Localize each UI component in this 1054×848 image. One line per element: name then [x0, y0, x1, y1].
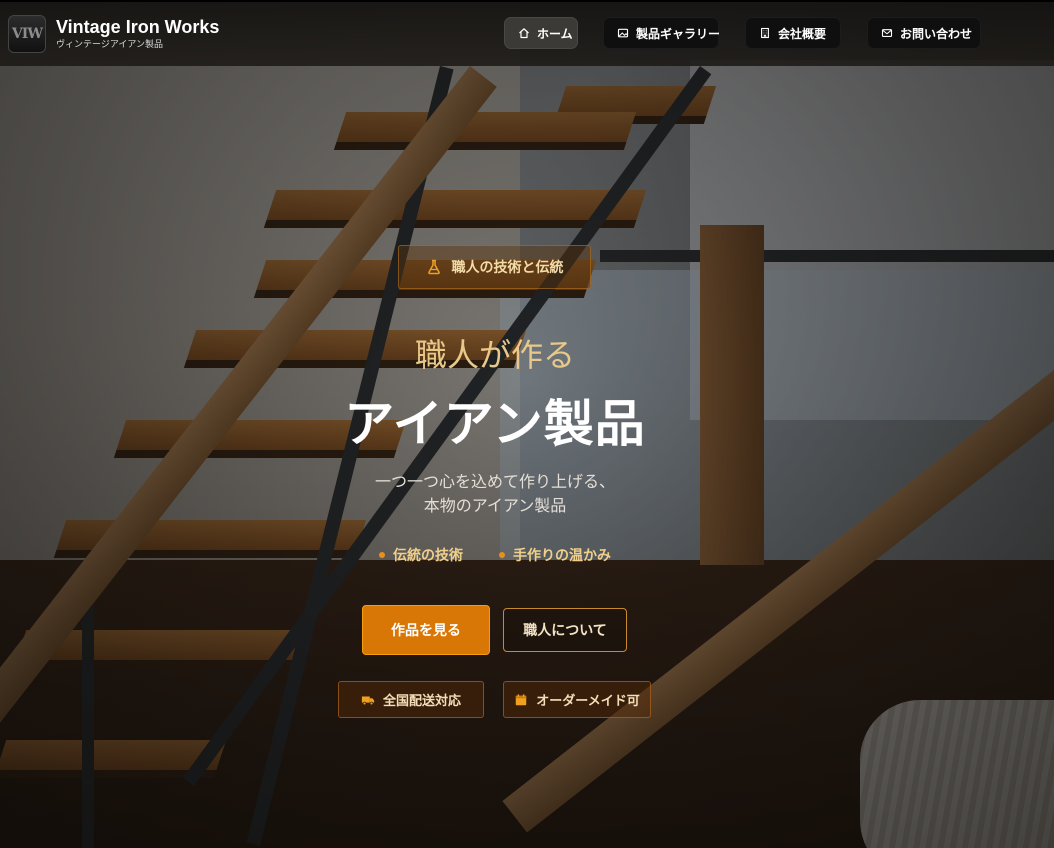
feature-item: 手作りの温かみ — [499, 545, 611, 565]
nav-home-label: ホーム — [537, 26, 573, 41]
hero-title-line1: 職人が作る — [414, 336, 575, 374]
truck-icon — [361, 696, 375, 705]
building-icon — [759, 27, 771, 39]
brand-title[interactable]: Vintage Iron Works — [56, 17, 219, 37]
shipping-tag-label: 全国配送対応 — [382, 694, 461, 709]
feature-label: 手作りの温かみ — [513, 548, 611, 564]
view-works-button[interactable]: 作品を見る — [362, 605, 490, 655]
hero-description-line1: 一つ一つ心を込めて作り上げる、 — [374, 472, 615, 491]
shipping-tag: 全国配送対応 — [338, 681, 484, 718]
hero-description-line2: 本物のアイアン製品 — [423, 496, 567, 515]
nav-gallery[interactable]: 製品ギャラリー — [603, 17, 721, 49]
image-icon — [617, 27, 629, 39]
nav-home[interactable]: ホーム — [504, 17, 578, 49]
site-logo[interactable]: VIW — [8, 15, 46, 53]
nav-gallery-label: 製品ギャラリー — [636, 26, 721, 41]
bullet-dot-icon — [379, 552, 385, 558]
flask-icon — [427, 259, 440, 275]
bullet-dot-icon — [499, 552, 505, 558]
nav-contact[interactable]: お問い合わせ — [867, 17, 981, 49]
calendar-icon — [516, 693, 527, 705]
nav-contact-label: お問い合わせ — [900, 26, 973, 41]
brand: Vintage Iron Works ヴィンテージアイアン製品 — [56, 17, 219, 52]
badge-label: 職人の技術と伝統 — [451, 260, 564, 276]
feature-list: 伝統の技術 手作りの温かみ — [0, 545, 990, 565]
hero-title-line2: アイアン製品 — [344, 395, 646, 453]
custom-order-tag-label: オーダーメイド可 — [536, 694, 640, 709]
craft-badge: 職人の技術と伝統 — [398, 245, 591, 289]
nav-company-label: 会社概要 — [778, 26, 827, 41]
custom-order-tag: オーダーメイド可 — [503, 681, 651, 718]
hero-description: 一つ一つ心を込めて作り上げる、 本物のアイアン製品 — [0, 470, 990, 518]
nav-company[interactable]: 会社概要 — [745, 17, 841, 49]
about-craftsman-button[interactable]: 職人について — [503, 608, 627, 652]
feature-item: 伝統の技術 — [379, 545, 463, 565]
mail-icon — [881, 27, 893, 39]
brand-subtitle: ヴィンテージアイアン製品 — [56, 39, 164, 50]
feature-label: 伝統の技術 — [393, 548, 463, 564]
home-icon — [518, 27, 530, 39]
logo-text: VIW — [11, 26, 43, 42]
